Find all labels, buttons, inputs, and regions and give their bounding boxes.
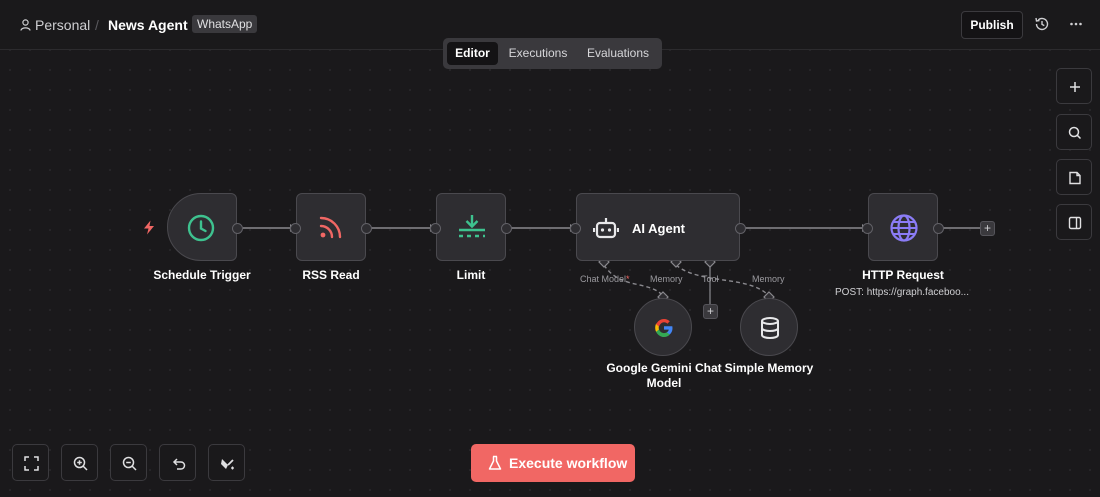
node-rss-read[interactable] [296,193,366,261]
rss-icon [319,216,342,239]
tidy-up-button[interactable] [208,444,245,481]
add-tool-button[interactable]: + [703,304,718,319]
google-icon [655,319,673,337]
node-simple-memory[interactable] [740,298,798,356]
node-label: RSS Read [302,268,360,282]
slot-label-memory: Memory [752,274,785,284]
node-http-request[interactable] [868,193,938,261]
node-schedule-trigger[interactable] [167,193,237,261]
node-label: Schedule Trigger [153,268,251,282]
undo-button[interactable] [159,444,196,481]
output-port[interactable] [735,223,746,234]
input-port[interactable] [862,223,873,234]
limit-icon [459,215,485,238]
execute-workflow-label: Execute workflow [509,455,628,471]
node-label: Limit [456,268,486,282]
zoom-in-button[interactable] [61,444,98,481]
slot-label-chat-model: Chat Model* [580,274,630,284]
zoom-out-icon [122,456,137,471]
output-port[interactable] [361,223,372,234]
undo-icon [172,458,186,470]
add-next-node-button[interactable]: + [980,221,995,236]
slot-label-memory: Memory [650,274,683,284]
input-port[interactable] [570,223,581,234]
slot-label-tool: Tool [702,274,719,284]
input-port[interactable] [290,223,301,234]
node-ai-agent[interactable]: AI Agent [576,193,740,261]
zoom-in-icon [73,456,88,471]
clock-icon [187,214,215,242]
tidy-up-icon [221,459,234,470]
output-port[interactable] [933,223,944,234]
node-subtitle: POST: https://graph.faceboo... [835,287,969,298]
flask-icon [488,455,502,470]
zoom-out-button[interactable] [110,444,147,481]
globe-icon [890,214,918,242]
node-google-gemini[interactable] [634,298,692,356]
fit-view-button[interactable] [12,444,49,481]
database-icon [761,317,779,340]
robot-icon [593,218,619,239]
trigger-bolt-icon [144,220,154,235]
output-port[interactable] [232,223,243,234]
node-limit[interactable] [436,193,506,261]
node-label: AI Agent [632,221,685,236]
fit-view-icon [24,456,39,471]
node-label: HTTP Request [862,268,944,282]
output-port[interactable] [501,223,512,234]
input-port[interactable] [430,223,441,234]
execute-workflow-button[interactable]: Execute workflow [471,444,635,482]
node-label: Simple Memory [724,361,814,375]
